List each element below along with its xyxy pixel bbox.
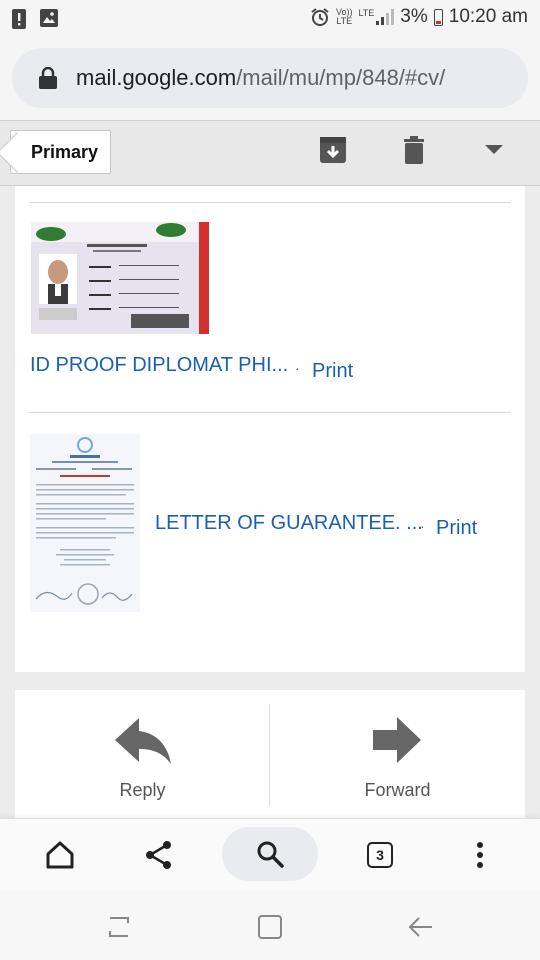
- back-to-primary-button[interactable]: Primary: [10, 130, 112, 174]
- recent-apps-icon[interactable]: [104, 912, 134, 942]
- signal-icon: [376, 9, 395, 25]
- more-icon[interactable]: [462, 837, 498, 873]
- lock-icon: [39, 67, 57, 89]
- network-type: LTE: [358, 8, 375, 18]
- separator-dot: ·: [420, 518, 425, 534]
- volte-indicator: Vo)) LTE: [335, 7, 353, 26]
- share-icon[interactable]: [141, 837, 177, 873]
- forward-button[interactable]: Forward: [270, 690, 525, 818]
- reply-forward-card: Reply Forward: [15, 690, 525, 818]
- home-button-icon[interactable]: [255, 912, 285, 942]
- forward-label: Forward: [364, 780, 431, 800]
- attachments-card: ID PROOF DIPLOMAT PHI... · Print LETTER …: [15, 186, 525, 672]
- search-icon: [257, 841, 284, 868]
- browser-url-area: mail.google.com/mail/mu/mp/848/#cv/: [0, 38, 540, 120]
- reply-icon: [115, 718, 171, 764]
- signal-indicator: LTE: [358, 8, 395, 25]
- attachment-name-link[interactable]: LETTER OF GUARANTEE. ...: [155, 512, 423, 535]
- clock: 10:20 am: [448, 6, 528, 27]
- url-host: mail.google.com: [76, 65, 237, 90]
- print-link[interactable]: Print: [312, 360, 353, 383]
- url-path: /mail/mu/mp/848/#cv/: [236, 65, 446, 90]
- battery-percent: 3%: [400, 6, 428, 27]
- reply-label: Reply: [119, 780, 166, 800]
- archive-icon[interactable]: [318, 135, 348, 165]
- home-icon[interactable]: [42, 837, 78, 873]
- tabs-icon[interactable]: 3: [362, 837, 398, 873]
- back-icon[interactable]: [406, 912, 436, 942]
- battery-icon: [433, 8, 443, 26]
- system-nav-bar: [0, 890, 540, 960]
- url-bar[interactable]: mail.google.com/mail/mu/mp/848/#cv/: [12, 48, 528, 108]
- reply-button[interactable]: Reply: [15, 690, 270, 818]
- delete-icon[interactable]: [399, 135, 429, 165]
- mail-toolbar: Primary: [0, 120, 540, 186]
- print-link[interactable]: Print: [436, 517, 477, 540]
- id-card-thumbnail[interactable]: [31, 222, 209, 339]
- letter-thumbnail[interactable]: [30, 434, 140, 617]
- alarm-icon: [311, 8, 329, 26]
- image-icon: [40, 9, 58, 27]
- divider: [29, 412, 511, 413]
- forward-icon: [373, 717, 421, 763]
- dropdown-icon[interactable]: [479, 135, 509, 165]
- status-bar: Vo)) LTE LTE 3% 10:20 am: [0, 0, 540, 38]
- divider: [29, 202, 511, 203]
- separator-dot: ·: [295, 360, 300, 376]
- attachment-name-link[interactable]: ID PROOF DIPLOMAT PHI...: [30, 354, 288, 377]
- browser-bottom-bar: 3: [0, 818, 540, 890]
- search-button[interactable]: [222, 827, 318, 881]
- tab-count: 3: [367, 842, 393, 868]
- alert-icon: [12, 9, 26, 29]
